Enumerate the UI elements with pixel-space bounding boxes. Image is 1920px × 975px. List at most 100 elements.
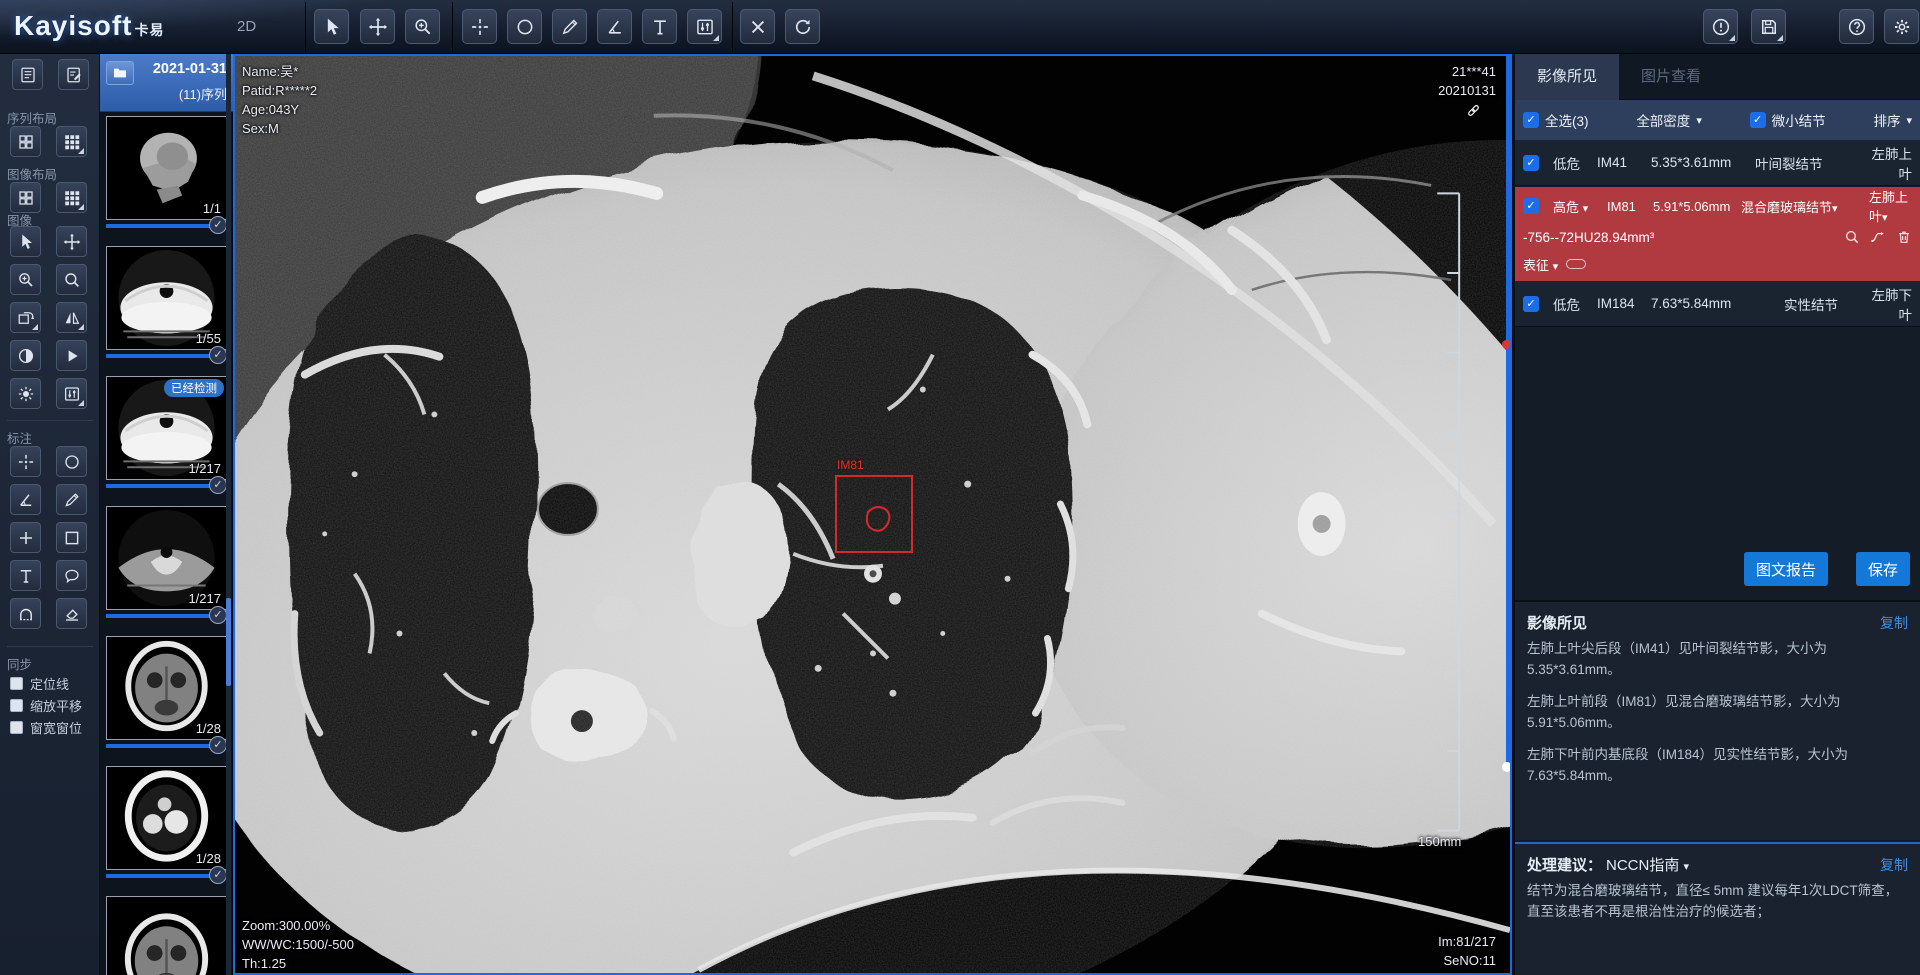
rail-pointer-button[interactable] — [10, 226, 41, 257]
copy-advice-link[interactable]: 复制 — [1880, 855, 1908, 875]
density-filter-dropdown[interactable]: 全部密度▾ — [1636, 110, 1702, 130]
study-header[interactable]: 2021-01-31 (11)序列 — [100, 54, 233, 112]
slice-marker-dot[interactable] — [1502, 340, 1511, 349]
angle-tool-button[interactable] — [597, 9, 632, 44]
thumbnail-check[interactable]: ✓ — [209, 736, 227, 754]
rail-cine-play-button[interactable] — [56, 340, 87, 371]
save-image-button[interactable] — [1751, 9, 1786, 44]
micro-nodule-checkbox[interactable]: ✓微小结节 — [1750, 110, 1826, 130]
rail-flip-button[interactable] — [56, 302, 87, 333]
thumbnail-scrollbar-thumb[interactable] — [226, 598, 231, 686]
rail-rotate-button[interactable] — [10, 302, 41, 333]
annotate-text-button[interactable] — [10, 560, 41, 591]
help-button[interactable] — [1839, 9, 1874, 44]
main-ct-viewport[interactable]: IM81 Name:吴* Patid:R*****2 Age:043Y Sex:… — [233, 54, 1512, 975]
tab-imaging-findings[interactable]: 影像所见 — [1515, 54, 1619, 100]
pointer-tool-button[interactable] — [314, 9, 349, 44]
image-layout-3x3-button[interactable] — [56, 182, 87, 213]
nodule-row-im81-selected[interactable]: ✓ 高危 ▾ IM81 5.91*5.06mm 混合磨玻璃结节▾ 左肺上叶▾ -… — [1515, 187, 1920, 281]
nodule-location-dropdown[interactable]: 左肺上叶▾ — [1869, 187, 1914, 225]
sync-option-window-level[interactable]: 窗宽窗位 — [10, 718, 82, 737]
thumbnail-image[interactable]: 1/28 — [106, 766, 227, 870]
thumbnail-check[interactable]: ✓ — [209, 476, 227, 494]
study-folder-button[interactable] — [106, 61, 134, 85]
thumbnail-check[interactable]: ✓ — [209, 866, 227, 884]
window-level-tool-button[interactable] — [687, 9, 722, 44]
thumbnail-image[interactable] — [106, 896, 227, 975]
rail-zoom-in-button[interactable] — [10, 264, 41, 295]
series-thumbnail-7[interactable] — [106, 896, 227, 975]
annotate-eraser-button[interactable] — [56, 598, 87, 629]
measure-tool-button[interactable] — [552, 9, 587, 44]
link-series-icon[interactable] — [1465, 102, 1482, 119]
image-layout-2x2-button[interactable] — [10, 182, 41, 213]
ellipse-tool-button[interactable] — [507, 9, 542, 44]
copy-findings-link[interactable]: 复制 — [1880, 613, 1908, 633]
annotate-ellipse-button[interactable] — [56, 446, 87, 477]
thumbnail-check[interactable]: ✓ — [209, 346, 227, 364]
rail-pan-button[interactable] — [56, 226, 87, 257]
thumbnail-image[interactable]: 1/55 — [106, 246, 227, 350]
thumbnail-scrollbar-track[interactable] — [226, 54, 231, 975]
thumbnail-image[interactable]: 1/1 — [106, 116, 227, 220]
text-tool-button[interactable] — [642, 9, 677, 44]
annotate-rect-button[interactable] — [56, 522, 87, 553]
sort-dropdown[interactable]: 排序▾ — [1873, 110, 1912, 130]
select-all-checkbox[interactable]: ✓全选(3) — [1523, 110, 1589, 130]
series-thumbnail-5[interactable]: 1/28 ✓ — [106, 636, 227, 740]
report-view-button[interactable] — [58, 59, 89, 90]
sync-option-locator-line[interactable]: 定位线 — [10, 674, 69, 693]
follow-up-icon[interactable] — [1870, 229, 1886, 245]
thumbnail-check[interactable]: ✓ — [209, 216, 227, 234]
checkbox-checked[interactable]: ✓ — [1523, 198, 1539, 214]
nodule-type-dropdown[interactable]: 混合磨玻璃结节▾ — [1741, 197, 1869, 216]
checkbox-checked[interactable]: ✓ — [1523, 112, 1539, 128]
settings-button[interactable] — [1884, 9, 1919, 44]
magnify-nodule-icon[interactable] — [1844, 229, 1860, 245]
sync-option-zoom-pan[interactable]: 缩放平移 — [10, 696, 82, 715]
marker-tool-button[interactable] — [462, 9, 497, 44]
delete-nodule-icon[interactable] — [1896, 229, 1912, 245]
series-thumbnail-6[interactable]: 1/28 ✓ — [106, 766, 227, 870]
alert-button[interactable] — [1703, 9, 1738, 44]
rail-invert-button[interactable] — [10, 340, 41, 371]
pan-tool-button[interactable] — [360, 9, 395, 44]
risk-level-dropdown[interactable]: 高危 ▾ — [1553, 197, 1607, 216]
checkbox-checked[interactable]: ✓ — [1750, 112, 1766, 128]
save-button[interactable]: 保存 — [1856, 552, 1910, 586]
reset-button[interactable] — [785, 9, 820, 44]
report-button[interactable]: 图文报告 — [1744, 552, 1828, 586]
annotate-angle-button[interactable] — [10, 484, 41, 515]
nodule-row-im41[interactable]: ✓ 低危 IM41 5.35*3.61mm 叶间裂结节 左肺上叶 — [1515, 140, 1920, 186]
zoom-tool-button[interactable] — [405, 9, 440, 44]
series-list-button[interactable] — [12, 59, 43, 90]
checkbox-unchecked[interactable] — [10, 677, 23, 690]
series-layout-2x2-button[interactable] — [10, 126, 41, 157]
thumbnail-check[interactable]: ✓ — [209, 606, 227, 624]
rail-magnify-button[interactable] — [56, 264, 87, 295]
series-layout-3x3-button[interactable] — [56, 126, 87, 157]
thumbnail-image[interactable]: 1/28 — [106, 636, 227, 740]
nodule-row-im184[interactable]: ✓ 低危 IM184 7.63*5.84mm 实性结节 左肺下叶 — [1515, 281, 1920, 327]
nodule-roi-box[interactable] — [835, 475, 913, 553]
annotate-marker-button[interactable] — [10, 446, 41, 477]
slice-scrollbar[interactable] — [1506, 56, 1510, 768]
series-thumbnail-3[interactable]: 已经检测 1/217 ✓ — [106, 376, 227, 480]
rail-window-level-button[interactable] — [56, 378, 87, 409]
slice-scroll-handle[interactable] — [1502, 762, 1512, 772]
thumbnail-image[interactable]: 已经检测 1/217 — [106, 376, 227, 480]
checkbox-unchecked[interactable] — [10, 699, 23, 712]
series-thumbnail-2[interactable]: 1/55 ✓ — [106, 246, 227, 350]
annotate-ruler-button[interactable] — [56, 484, 87, 515]
thumbnail-image[interactable]: 1/217 — [106, 506, 227, 610]
series-thumbnail-4[interactable]: 1/217 ✓ — [106, 506, 227, 610]
guideline-dropdown[interactable]: NCCN指南 ▾ — [1606, 857, 1689, 874]
feature-dropdown[interactable]: 表征 ▾ — [1523, 255, 1558, 274]
annotate-freehand-button[interactable] — [56, 560, 87, 591]
feature-toggle[interactable] — [1566, 259, 1586, 269]
tab-image-view[interactable]: 图片查看 — [1619, 54, 1723, 100]
annotate-cross-button[interactable] — [10, 522, 41, 553]
rail-brightness-button[interactable] — [10, 378, 41, 409]
delete-annotation-button[interactable] — [740, 9, 775, 44]
series-thumbnail-1[interactable]: 1/1 ✓ — [106, 116, 227, 220]
